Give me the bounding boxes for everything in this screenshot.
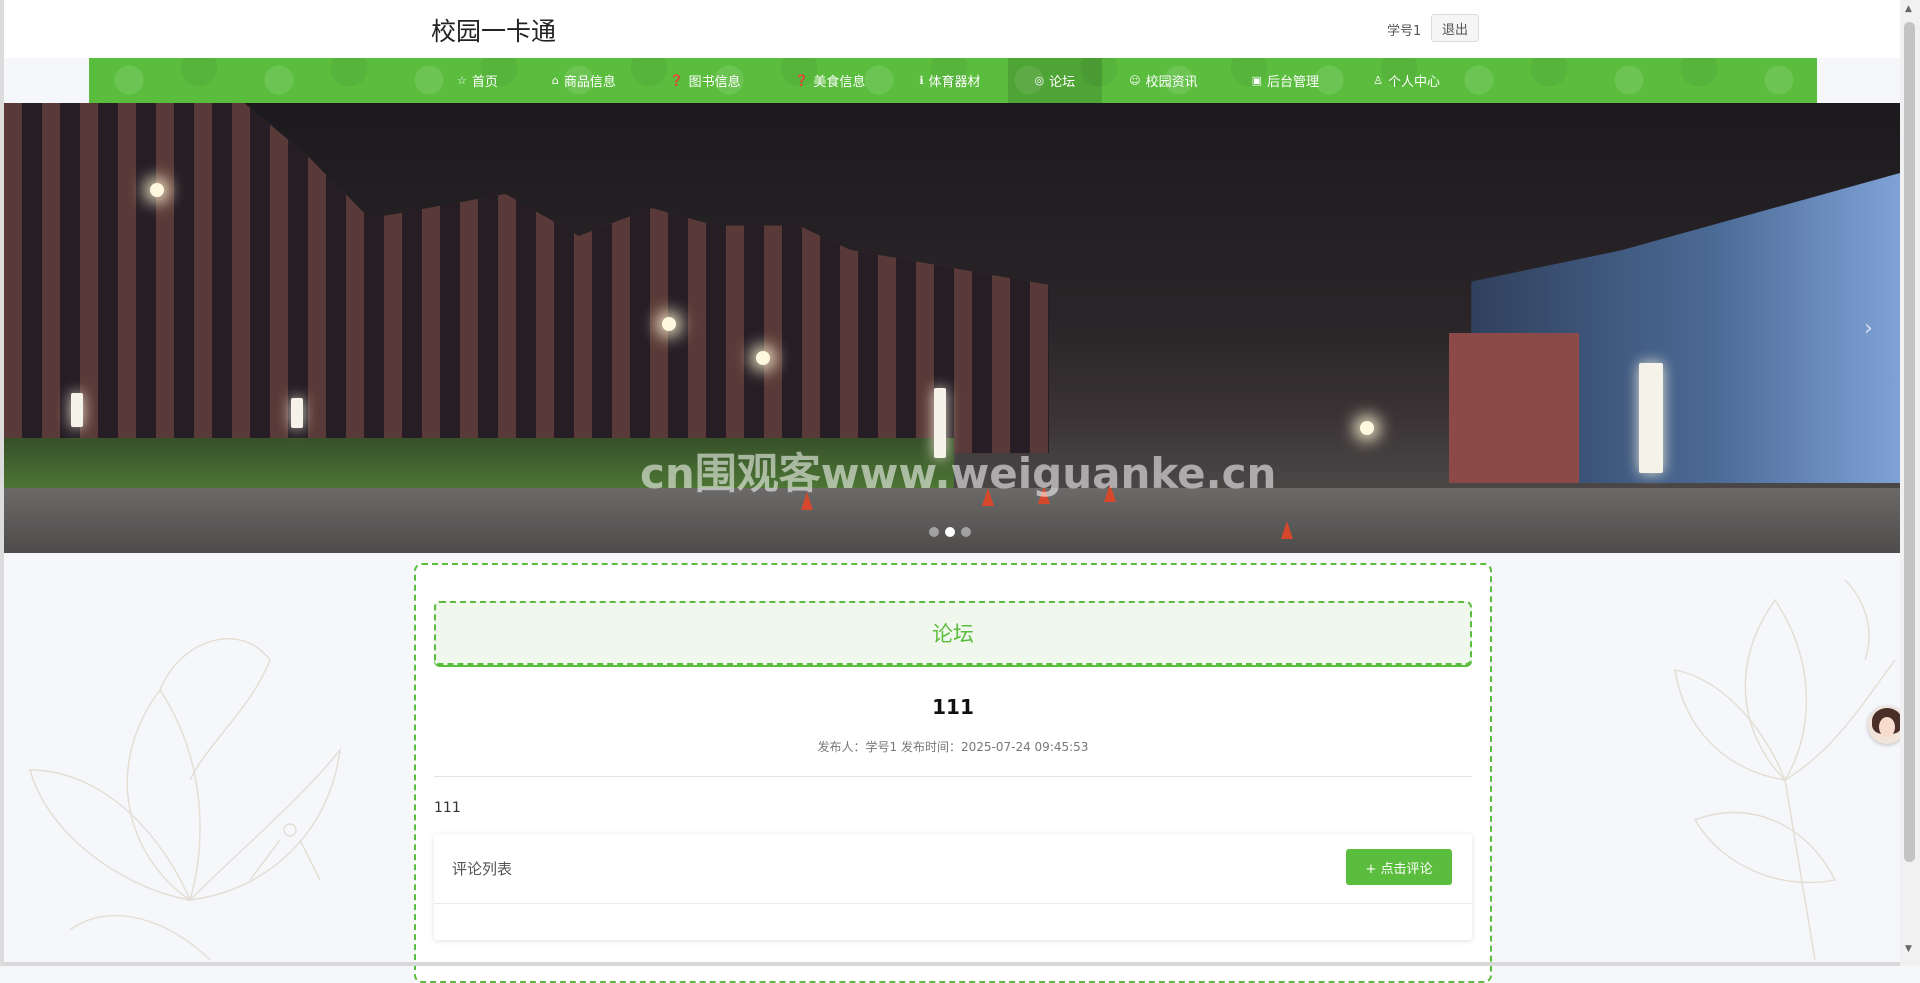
nav-item[interactable]: ☆ 首页 bbox=[430, 58, 525, 103]
globe-icon: ◎ bbox=[1034, 74, 1045, 87]
banner-building-red bbox=[1449, 333, 1579, 483]
nav-item-label: 校园资讯 bbox=[1145, 75, 1198, 90]
add-comment-button[interactable]: + 点击评论 bbox=[1346, 849, 1452, 885]
banner-building-left bbox=[4, 103, 1049, 453]
question-icon: ❓ bbox=[794, 74, 809, 87]
avatar-face bbox=[1879, 717, 1895, 737]
lotus-decoration-right bbox=[1674, 579, 1896, 960]
nav-items: ☆ 首页 ⌂ 商品信息 ❓ 图书信息 ❓ 美食信息 ℹ 体育器材 ◎ 论坛 ☺ 校园资讯 ▣ 后台管理 ♙ 个人中… bbox=[430, 58, 1467, 103]
nav-item-label: 个人中心 bbox=[1387, 75, 1440, 90]
nav-item[interactable]: ❓ 图书信息 bbox=[643, 58, 768, 103]
post-title: 111 bbox=[932, 695, 974, 719]
nav-item-label: 商品信息 bbox=[563, 75, 616, 90]
banner-lamp-post bbox=[1639, 363, 1663, 473]
carousel-next-icon[interactable]: › bbox=[1864, 316, 1873, 341]
nav-item[interactable]: ❓ 美食信息 bbox=[768, 58, 893, 103]
gift-icon: ▣ bbox=[1251, 74, 1263, 87]
window-bottom-edge bbox=[4, 962, 1900, 966]
nav-item-label: 美食信息 bbox=[813, 75, 866, 90]
scroll-up-icon[interactable]: ▲ bbox=[1905, 4, 1912, 14]
bag-icon: ⌂ bbox=[551, 74, 559, 87]
carousel-dots bbox=[929, 527, 971, 537]
nav-item-label: 体育器材 bbox=[928, 75, 981, 90]
nav-item[interactable]: ◎ 论坛 bbox=[1007, 58, 1103, 103]
smile-icon: ☺ bbox=[1129, 74, 1141, 87]
scroll-thumb[interactable] bbox=[1904, 22, 1915, 862]
nav-item-label: 首页 bbox=[471, 75, 498, 90]
carousel-dot[interactable] bbox=[961, 527, 971, 537]
comments-panel: 评论列表 + 点击评论 bbox=[434, 834, 1472, 940]
divider bbox=[434, 903, 1472, 904]
nav-item-label: 后台管理 bbox=[1267, 75, 1320, 90]
page-scrollbar[interactable]: ▲ ▼ bbox=[1900, 0, 1920, 966]
banner-streetlight bbox=[662, 317, 676, 331]
banner-traffic-cone bbox=[1281, 521, 1293, 539]
divider bbox=[434, 776, 1472, 777]
info-icon: ℹ bbox=[919, 74, 924, 87]
top-header: 校园一卡通 学号1 退出 bbox=[4, 0, 1900, 58]
banner-streetlight bbox=[756, 351, 770, 365]
logout-button[interactable]: 退出 bbox=[1431, 14, 1479, 42]
carousel-dot[interactable] bbox=[929, 527, 939, 537]
nav-item[interactable]: ℹ 体育器材 bbox=[892, 58, 1007, 103]
comments-title: 评论列表 bbox=[452, 860, 513, 878]
user-icon: ♙ bbox=[1373, 74, 1383, 87]
carousel-dot[interactable] bbox=[945, 527, 955, 537]
scroll-down-icon[interactable]: ▼ bbox=[1905, 944, 1912, 954]
question-icon: ❓ bbox=[669, 74, 684, 87]
banner-lamp-post bbox=[71, 393, 83, 427]
forum-section-header: 论坛 bbox=[434, 601, 1472, 665]
nav-item-label: 图书信息 bbox=[688, 75, 741, 90]
current-user-label: 学号1 bbox=[1387, 24, 1422, 39]
banner-watermark: cn围观客www.weiguanke.cn bbox=[640, 449, 1277, 498]
banner-streetlight bbox=[1360, 421, 1374, 435]
banner-streetlight bbox=[150, 183, 164, 197]
nav-item[interactable]: ▣ 后台管理 bbox=[1225, 58, 1346, 103]
site-title: 校园一卡通 bbox=[431, 17, 557, 46]
nav-item[interactable]: ⌂ 商品信息 bbox=[525, 58, 643, 103]
main-nav: ☆ 首页 ⌂ 商品信息 ❓ 图书信息 ❓ 美食信息 ℹ 体育器材 ◎ 论坛 ☺ 校园资讯 ▣ 后台管理 ♙ 个人中… bbox=[89, 58, 1817, 103]
lotus-decoration-left bbox=[29, 638, 342, 960]
nav-item-label: 论坛 bbox=[1049, 75, 1076, 90]
star-icon: ☆ bbox=[457, 74, 467, 87]
banner-carousel[interactable]: cn围观客www.weiguanke.cn › bbox=[4, 103, 1900, 553]
forum-detail-card: 论坛 111 发布人：学号1 发布时间：2025-07-24 09:45:53 … bbox=[414, 563, 1492, 983]
post-content: 111 bbox=[434, 800, 461, 816]
nav-item[interactable]: ☺ 校园资讯 bbox=[1102, 58, 1224, 103]
post-meta: 发布人：学号1 发布时间：2025-07-24 09:45:53 bbox=[817, 740, 1089, 754]
banner-lamp-post bbox=[291, 398, 303, 428]
nav-item[interactable]: ♙ 个人中心 bbox=[1346, 58, 1467, 103]
